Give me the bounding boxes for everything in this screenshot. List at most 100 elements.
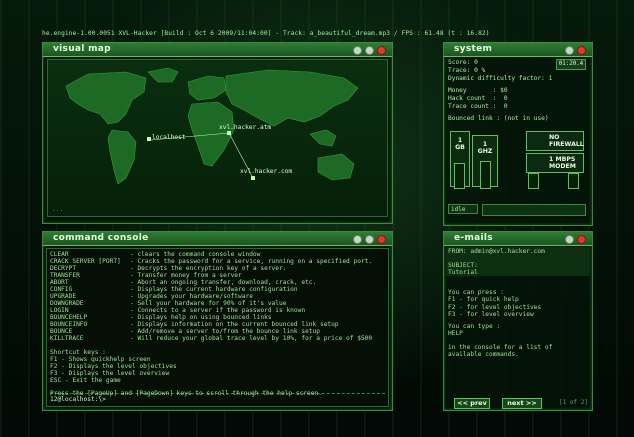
- shortcut-row: F3 - Displays the level overview: [50, 370, 170, 377]
- modem-module[interactable]: 1 MBPS MODEM: [526, 153, 584, 173]
- console-title: command console: [53, 233, 149, 243]
- command-description: - Decrypts the encryption key of a serve…: [130, 265, 287, 272]
- memory-label: 1 GB: [455, 137, 465, 151]
- console-command-row: CRACK SERVER [PORT] - Cracks the password…: [50, 258, 372, 265]
- host-node-icon[interactable]: [251, 176, 255, 180]
- email-subject: SUBJECT: Tutorial: [448, 262, 478, 277]
- command-description: - Upgrades your hardware/software: [130, 293, 253, 300]
- console-output[interactable]: 12@localhost:\> CLEAR - clears the comman…: [46, 248, 389, 407]
- email-body-keys: You can press : F1 - for quick help F2 -…: [448, 289, 542, 319]
- next-email-button[interactable]: next >>: [502, 398, 542, 409]
- system-titlebar[interactable]: system: [444, 43, 592, 57]
- command-name: CRACK SERVER [PORT]: [50, 258, 121, 265]
- command-name: BOUNCEHELP: [50, 314, 88, 321]
- command-name: LOGIN: [50, 307, 69, 314]
- minimize-icon[interactable]: [353, 235, 362, 244]
- game-timer: 01:20.4: [556, 59, 586, 70]
- trace-text: Trace: 0 %: [448, 67, 486, 74]
- command-description: - Connects to a server if the password i…: [130, 307, 306, 314]
- emails-panel: e-mails FROM: admin@xvl.hacker.com SUBJE…: [443, 231, 593, 411]
- maximize-icon[interactable]: [365, 46, 374, 55]
- world-map-graphic: [65, 67, 359, 185]
- command-description: - Add/remove a server to/from the bounce…: [130, 328, 320, 335]
- system-panel: system 01:20.4 Score: 0 Trace: 0 % Dynam…: [443, 42, 593, 226]
- email-navigation: << prev next >> [1 of 2]: [448, 398, 588, 409]
- email-body-type: You can type : HELP: [448, 323, 501, 338]
- close-icon[interactable]: [377, 46, 386, 55]
- command-description: - Sell your hardware for 90% of it's val…: [130, 300, 287, 307]
- map-footer: ...: [52, 206, 64, 213]
- host-node-icon[interactable]: [147, 137, 151, 141]
- command-description: - Transfer money from a server: [130, 272, 242, 279]
- console-command-row: UPGRADE - Upgrades your hardware/software: [50, 293, 253, 300]
- command-name: BOUNCEINFO: [50, 321, 88, 328]
- progress-bar: [482, 204, 586, 216]
- system-status-bar: idle: [448, 204, 586, 216]
- command-description: - Will reduce your global trace level by…: [130, 335, 373, 342]
- host-label[interactable]: xvl.hacker.atm: [219, 124, 271, 131]
- console-command-row: DOWNGRADE - Sell your hardware for 90% of…: [50, 300, 286, 307]
- console-prompt[interactable]: 12@localhost:\>: [50, 396, 106, 403]
- command-name: UPGRADE: [50, 293, 77, 300]
- command-description: - Displays the current hardware configur…: [130, 286, 298, 293]
- console-command-row: CLEAR - clears the command console window: [50, 251, 260, 258]
- difficulty-text: Dynamic difficulty factor: 1: [448, 75, 553, 82]
- command-name: ABORT: [50, 279, 69, 286]
- email-body-help: in the console for a list of available c…: [448, 344, 553, 359]
- console-command-row: DECRYPT - Decrypts the encryption key of …: [50, 265, 286, 272]
- cpu-bar: [480, 161, 491, 189]
- command-name: CONFIG: [50, 286, 73, 293]
- email-pager: [1 of 2]: [559, 399, 588, 406]
- prev-email-button[interactable]: << prev: [454, 398, 490, 409]
- minimize-icon[interactable]: [565, 46, 574, 55]
- host-label[interactable]: localhost: [152, 134, 186, 141]
- command-name: KILLTRACE: [50, 335, 84, 342]
- close-icon[interactable]: [377, 235, 386, 244]
- host-node-icon[interactable]: [227, 131, 231, 135]
- console-titlebar[interactable]: command console: [43, 232, 392, 246]
- firewall-bar: [528, 173, 539, 189]
- score-text: Score: 0: [448, 59, 478, 66]
- visual-map-title: visual map: [53, 44, 111, 54]
- command-name: CLEAR: [50, 251, 69, 258]
- command-name: BOUNCE: [50, 328, 73, 335]
- system-title: system: [454, 44, 493, 54]
- shortcut-row: F1 - Shows quickhelp screen: [50, 356, 151, 363]
- console-command-row: CONFIG - Displays the current hardware co…: [50, 286, 298, 293]
- modem-label: 1 MBPS MODEM: [549, 156, 576, 170]
- scroll-hint: Press the [PageUp] and [PageDown] keys t…: [50, 390, 322, 397]
- world-map[interactable]: localhost xvl.hacker.atm xvl.hacker.com …: [47, 59, 388, 217]
- command-description: - Cracks the password for a service, run…: [130, 258, 373, 265]
- command-name: DECRYPT: [50, 265, 77, 272]
- trace-count-text: Trace count : 0: [448, 103, 508, 110]
- maximize-icon[interactable]: [365, 235, 374, 244]
- command-name: DOWNGRADE: [50, 300, 84, 307]
- engine-status-bar: he.engine-1.00.0051 XVL-Hacker [Build : …: [42, 30, 490, 37]
- command-description: - clears the command console window: [130, 251, 261, 258]
- command-name: TRANSFER: [50, 272, 80, 279]
- minimize-icon[interactable]: [565, 235, 574, 244]
- emails-titlebar[interactable]: e-mails: [444, 232, 592, 246]
- close-icon[interactable]: [577, 46, 586, 55]
- console-command-row: BOUNCEINFO - Displays information on the …: [50, 321, 339, 328]
- command-description: - Displays information on the current bo…: [130, 321, 339, 328]
- close-icon[interactable]: [577, 235, 586, 244]
- minimize-icon[interactable]: [353, 46, 362, 55]
- console-command-row: BOUNCEHELP - Displays help on using bounc…: [50, 314, 272, 321]
- firewall-module[interactable]: NO FIREWALL: [526, 131, 584, 151]
- console-command-row: LOGIN - Connects to a server if the passw…: [50, 307, 305, 314]
- visual-map-titlebar[interactable]: visual map: [43, 43, 392, 57]
- console-command-row: KILLTRACE - Will reduce your global trace…: [50, 335, 372, 342]
- modem-bar: [568, 173, 579, 189]
- console-command-row: ABORT - Abort an ongoing transfer, downlo…: [50, 279, 316, 286]
- hack-count-text: Hack count : 0: [448, 95, 508, 102]
- shortcut-row: ESC - Exit the game: [50, 377, 121, 384]
- console-command-row: TRANSFER - Transfer money from a server: [50, 272, 242, 279]
- command-description: - Displays help on using bounced links: [130, 314, 272, 321]
- money-text: Money : $0: [448, 87, 508, 94]
- shortcut-row: F2 - Displays the level objectives: [50, 363, 177, 370]
- visual-map-panel: visual map localhost xvl.hacker.atm xvl.…: [42, 42, 393, 224]
- firewall-label: NO FIREWALL: [549, 134, 584, 148]
- host-label[interactable]: xvl.hacker.com: [240, 168, 292, 175]
- console-command-row: BOUNCE - Add/remove a server to/from the …: [50, 328, 320, 335]
